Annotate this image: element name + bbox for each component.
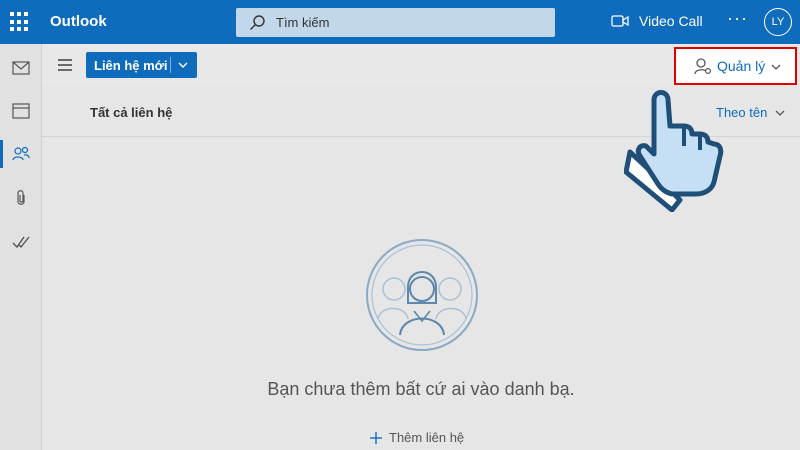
search-box[interactable]: Tìm kiếm xyxy=(236,8,555,37)
top-bar: Outlook Tìm kiếm Video Call ··· LY xyxy=(0,0,800,44)
pointing-hand-icon xyxy=(624,90,724,212)
add-contact-label: Thêm liên hệ xyxy=(389,430,465,445)
manage-label: Quản lý xyxy=(717,58,766,74)
add-contact-link[interactable]: Thêm liên hệ xyxy=(369,430,464,445)
plus-icon xyxy=(370,431,382,444)
navigation-rail xyxy=(0,44,42,450)
video-call-label: Video Call xyxy=(639,13,703,29)
app-title[interactable]: Outlook xyxy=(50,13,107,30)
empty-message: Bạn chưa thêm bất cứ ai vào danh bạ. xyxy=(267,379,575,399)
app-launcher-icon[interactable] xyxy=(10,12,30,32)
chevron-down-icon[interactable] xyxy=(177,59,189,71)
calendar-icon[interactable] xyxy=(0,92,42,128)
split-divider xyxy=(170,57,171,73)
manage-button[interactable]: Quản lý xyxy=(674,47,797,85)
more-options-icon[interactable]: ··· xyxy=(727,8,748,29)
search-icon xyxy=(250,15,265,30)
todo-icon[interactable] xyxy=(0,224,42,260)
empty-state: Bạn chưa thêm bất cứ ai vào danh bạ. xyxy=(102,379,740,400)
attachment-icon[interactable] xyxy=(0,180,42,216)
manage-contacts-icon xyxy=(694,58,712,75)
search-placeholder: Tìm kiếm xyxy=(276,15,330,30)
avatar[interactable]: LY xyxy=(764,8,792,36)
new-contact-label: Liên hệ mới xyxy=(94,58,168,73)
chevron-down-icon xyxy=(771,64,781,70)
chevron-down-icon[interactable] xyxy=(774,107,786,119)
video-camera-icon xyxy=(611,15,629,27)
list-title: Tất cả liên hệ xyxy=(90,105,173,120)
mail-icon[interactable] xyxy=(0,50,42,86)
empty-contacts-illustration xyxy=(366,239,478,351)
hamburger-menu-icon[interactable] xyxy=(57,58,73,72)
video-call-button[interactable]: Video Call xyxy=(611,13,703,29)
people-icon[interactable] xyxy=(0,136,42,172)
new-contact-button[interactable]: Liên hệ mới xyxy=(86,52,197,78)
